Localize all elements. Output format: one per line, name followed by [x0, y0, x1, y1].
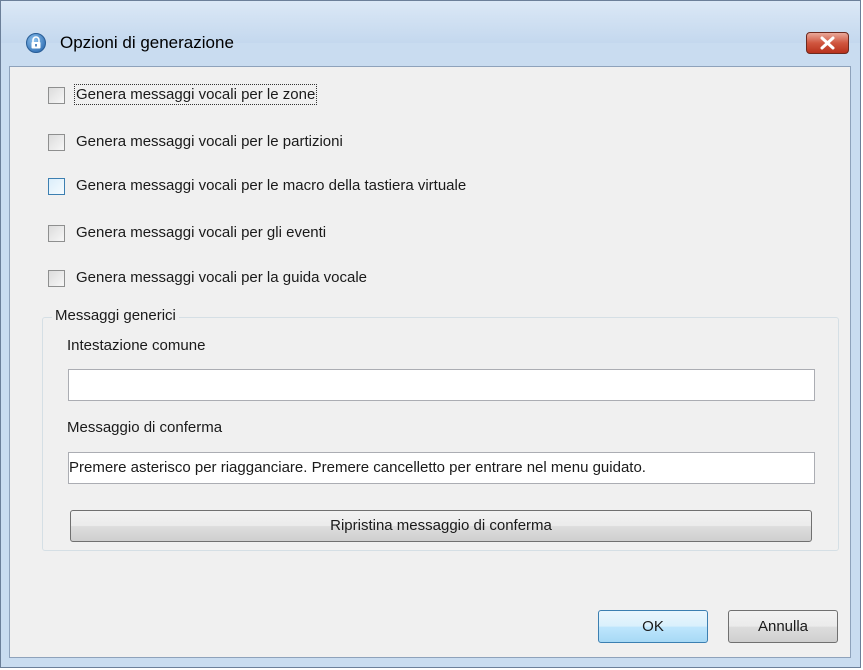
generic-messages-group-title: Messaggi generici — [52, 307, 179, 324]
checkbox-partitions-label[interactable]: Genera messaggi vocali per le partizioni — [76, 133, 343, 150]
reset-confirm-message-button[interactable]: Ripristina messaggio di conferma — [70, 510, 812, 542]
checkbox-zones-box[interactable] — [48, 87, 65, 104]
cancel-button[interactable]: Annulla — [728, 610, 838, 643]
close-icon — [820, 36, 835, 50]
checkbox-voice-guide-label[interactable]: Genera messaggi vocali per la guida voca… — [76, 269, 367, 286]
close-button[interactable] — [806, 32, 849, 54]
common-header-input[interactable] — [68, 369, 815, 401]
checkbox-virtual-keypad-macros-box[interactable] — [48, 178, 65, 195]
window-title: Opzioni di generazione — [60, 33, 234, 52]
checkbox-events-label[interactable]: Genera messaggi vocali per gli eventi — [76, 224, 326, 241]
checkbox-voice-guide-box[interactable] — [48, 270, 65, 287]
confirm-message-label: Messaggio di conferma — [67, 419, 223, 436]
checkbox-zones-label[interactable]: Genera messaggi vocali per le zone — [73, 84, 318, 105]
checkbox-partitions-box[interactable] — [48, 134, 65, 151]
common-header-label: Intestazione comune — [67, 337, 206, 354]
confirm-message-input[interactable]: Premere asterisco per riagganciare. Prem… — [68, 452, 815, 484]
dialog-client-area: Genera messaggi vocali per le zone Gener… — [9, 66, 851, 658]
ok-button[interactable]: OK — [598, 610, 708, 643]
checkbox-virtual-keypad-macros-label[interactable]: Genera messaggi vocali per le macro dell… — [76, 177, 466, 194]
checkbox-events-box[interactable] — [48, 225, 65, 242]
lock-icon — [26, 33, 46, 53]
